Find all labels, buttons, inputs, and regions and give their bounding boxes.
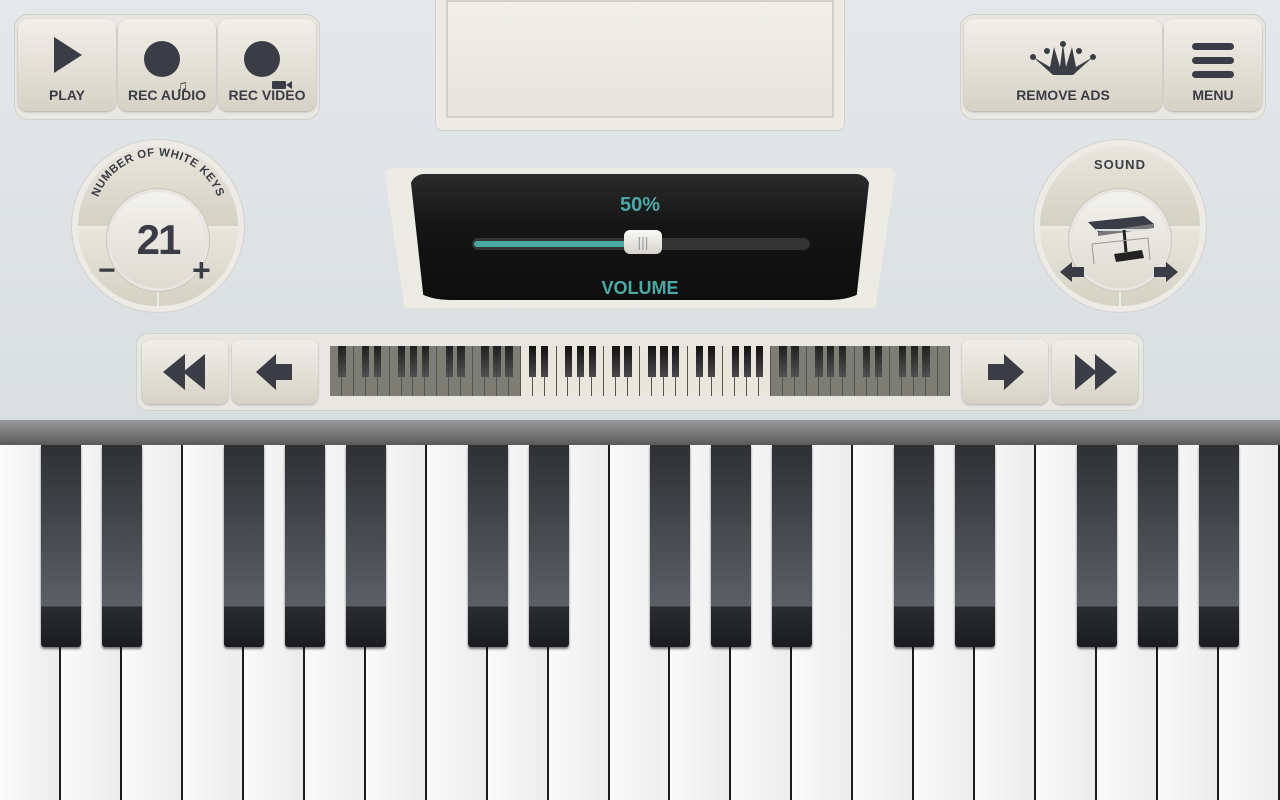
record-toolbar: PLAY ♫ REC AUDIO REC VIDEO bbox=[14, 14, 320, 120]
crown-icon bbox=[1030, 41, 1096, 75]
white-keys-dial: NUMBER OF WHITE KEYS 21 − + bbox=[72, 140, 244, 312]
rec-audio-button[interactable]: ♫ REC AUDIO bbox=[118, 19, 216, 111]
mini-black-key bbox=[624, 346, 632, 377]
menu-label: MENU bbox=[1192, 87, 1234, 103]
keyboard-top-rail bbox=[0, 420, 1280, 445]
mini-black-key bbox=[338, 346, 346, 377]
mini-black-key bbox=[779, 346, 787, 377]
arrow-right-icon bbox=[988, 354, 1024, 390]
volume-label: VOLUME bbox=[601, 278, 679, 298]
mini-black-key bbox=[528, 346, 537, 377]
mini-black-key bbox=[540, 346, 549, 377]
black-key[interactable] bbox=[467, 445, 508, 647]
double-arrow-left-icon bbox=[163, 354, 205, 390]
mini-black-key bbox=[755, 346, 763, 377]
mini-black-key bbox=[457, 346, 465, 377]
svg-text:♫: ♫ bbox=[176, 78, 188, 93]
black-key[interactable] bbox=[528, 445, 569, 647]
mini-black-key bbox=[672, 346, 680, 377]
mini-black-key bbox=[576, 346, 585, 377]
record-video-icon bbox=[244, 41, 292, 89]
mini-black-key bbox=[648, 346, 656, 377]
black-key[interactable] bbox=[650, 445, 691, 647]
volume-panel: 50% ||| VOLUME bbox=[384, 168, 896, 308]
record-audio-icon: ♫ bbox=[144, 41, 188, 93]
mini-black-key bbox=[373, 346, 382, 377]
app-toolbar: REMOVE ADS MENU bbox=[960, 14, 1266, 120]
mini-white-key bbox=[938, 346, 950, 396]
remove-ads-button[interactable]: REMOVE ADS bbox=[964, 19, 1162, 111]
volume-percent: 50% bbox=[619, 194, 661, 216]
mini-black-key bbox=[493, 346, 501, 377]
volume-slider-fill bbox=[474, 241, 643, 247]
volume-slider[interactable]: ||| bbox=[472, 230, 810, 254]
mini-black-key bbox=[421, 346, 430, 377]
scroll-left-button[interactable] bbox=[232, 340, 318, 404]
minus-icon: − bbox=[98, 254, 116, 287]
black-key[interactable] bbox=[40, 445, 81, 647]
mini-black-key bbox=[362, 346, 370, 377]
arrow-right-icon bbox=[1154, 262, 1178, 282]
rec-video-button[interactable]: REC VIDEO bbox=[218, 19, 316, 111]
svg-text:NUMBER OF WHITE KEYS: NUMBER OF WHITE KEYS bbox=[90, 147, 226, 199]
black-key[interactable] bbox=[955, 445, 996, 647]
keyboard-stand-icon bbox=[1088, 216, 1154, 265]
menu-button[interactable]: MENU bbox=[1164, 19, 1262, 111]
mini-black-key bbox=[564, 346, 573, 377]
mini-black-key bbox=[838, 346, 847, 377]
mini-black-key bbox=[910, 346, 918, 377]
scroll-right-button[interactable] bbox=[962, 340, 1048, 404]
hamburger-menu-icon bbox=[1192, 43, 1234, 78]
mini-black-key bbox=[505, 346, 513, 377]
black-key[interactable] bbox=[223, 445, 264, 647]
piano-keyboard bbox=[0, 445, 1280, 800]
arrow-left-icon bbox=[1060, 262, 1084, 282]
black-key[interactable] bbox=[1199, 445, 1240, 647]
mini-black-key bbox=[731, 346, 740, 377]
display-screen bbox=[436, 0, 844, 130]
mini-black-key bbox=[588, 346, 596, 377]
arrow-left-icon bbox=[256, 354, 292, 390]
black-key[interactable] bbox=[284, 445, 325, 647]
black-key[interactable] bbox=[1138, 445, 1179, 647]
mini-black-key bbox=[827, 346, 835, 377]
mini-black-key bbox=[397, 346, 406, 377]
volume-slider-thumb[interactable]: ||| bbox=[624, 230, 662, 254]
black-key[interactable] bbox=[711, 445, 752, 647]
mini-black-key bbox=[922, 346, 930, 377]
mini-black-key bbox=[898, 346, 906, 377]
mini-black-key bbox=[874, 346, 883, 377]
mini-black-key bbox=[791, 346, 799, 377]
mini-black-key bbox=[707, 346, 716, 377]
mini-black-key bbox=[743, 346, 751, 377]
remove-ads-label: REMOVE ADS bbox=[1016, 87, 1110, 103]
play-button[interactable]: PLAY bbox=[18, 19, 116, 111]
sound-label: SOUND bbox=[1094, 157, 1146, 172]
play-icon bbox=[54, 37, 82, 73]
plus-icon: + bbox=[192, 252, 211, 288]
white-keys-count: 21 bbox=[136, 216, 182, 263]
black-key[interactable] bbox=[894, 445, 935, 647]
scroll-far-right-button[interactable] bbox=[1052, 340, 1138, 404]
mini-black-key bbox=[660, 346, 668, 377]
mini-black-key bbox=[612, 346, 620, 377]
mini-black-key bbox=[445, 346, 453, 377]
black-key[interactable] bbox=[1077, 445, 1118, 647]
black-key[interactable] bbox=[101, 445, 142, 647]
mini-black-key bbox=[409, 346, 418, 377]
mini-black-key bbox=[862, 346, 871, 377]
black-key[interactable] bbox=[345, 445, 386, 647]
mini-black-key bbox=[481, 346, 489, 377]
mini-black-key bbox=[815, 346, 823, 377]
scroll-far-left-button[interactable] bbox=[142, 340, 228, 404]
double-arrow-right-icon bbox=[1075, 354, 1117, 390]
sound-dial: SOUND bbox=[1034, 140, 1206, 312]
play-label: PLAY bbox=[48, 87, 86, 103]
black-key[interactable] bbox=[772, 445, 813, 647]
mini-black-key bbox=[695, 346, 704, 377]
mini-keyboard-overview[interactable] bbox=[330, 346, 950, 396]
